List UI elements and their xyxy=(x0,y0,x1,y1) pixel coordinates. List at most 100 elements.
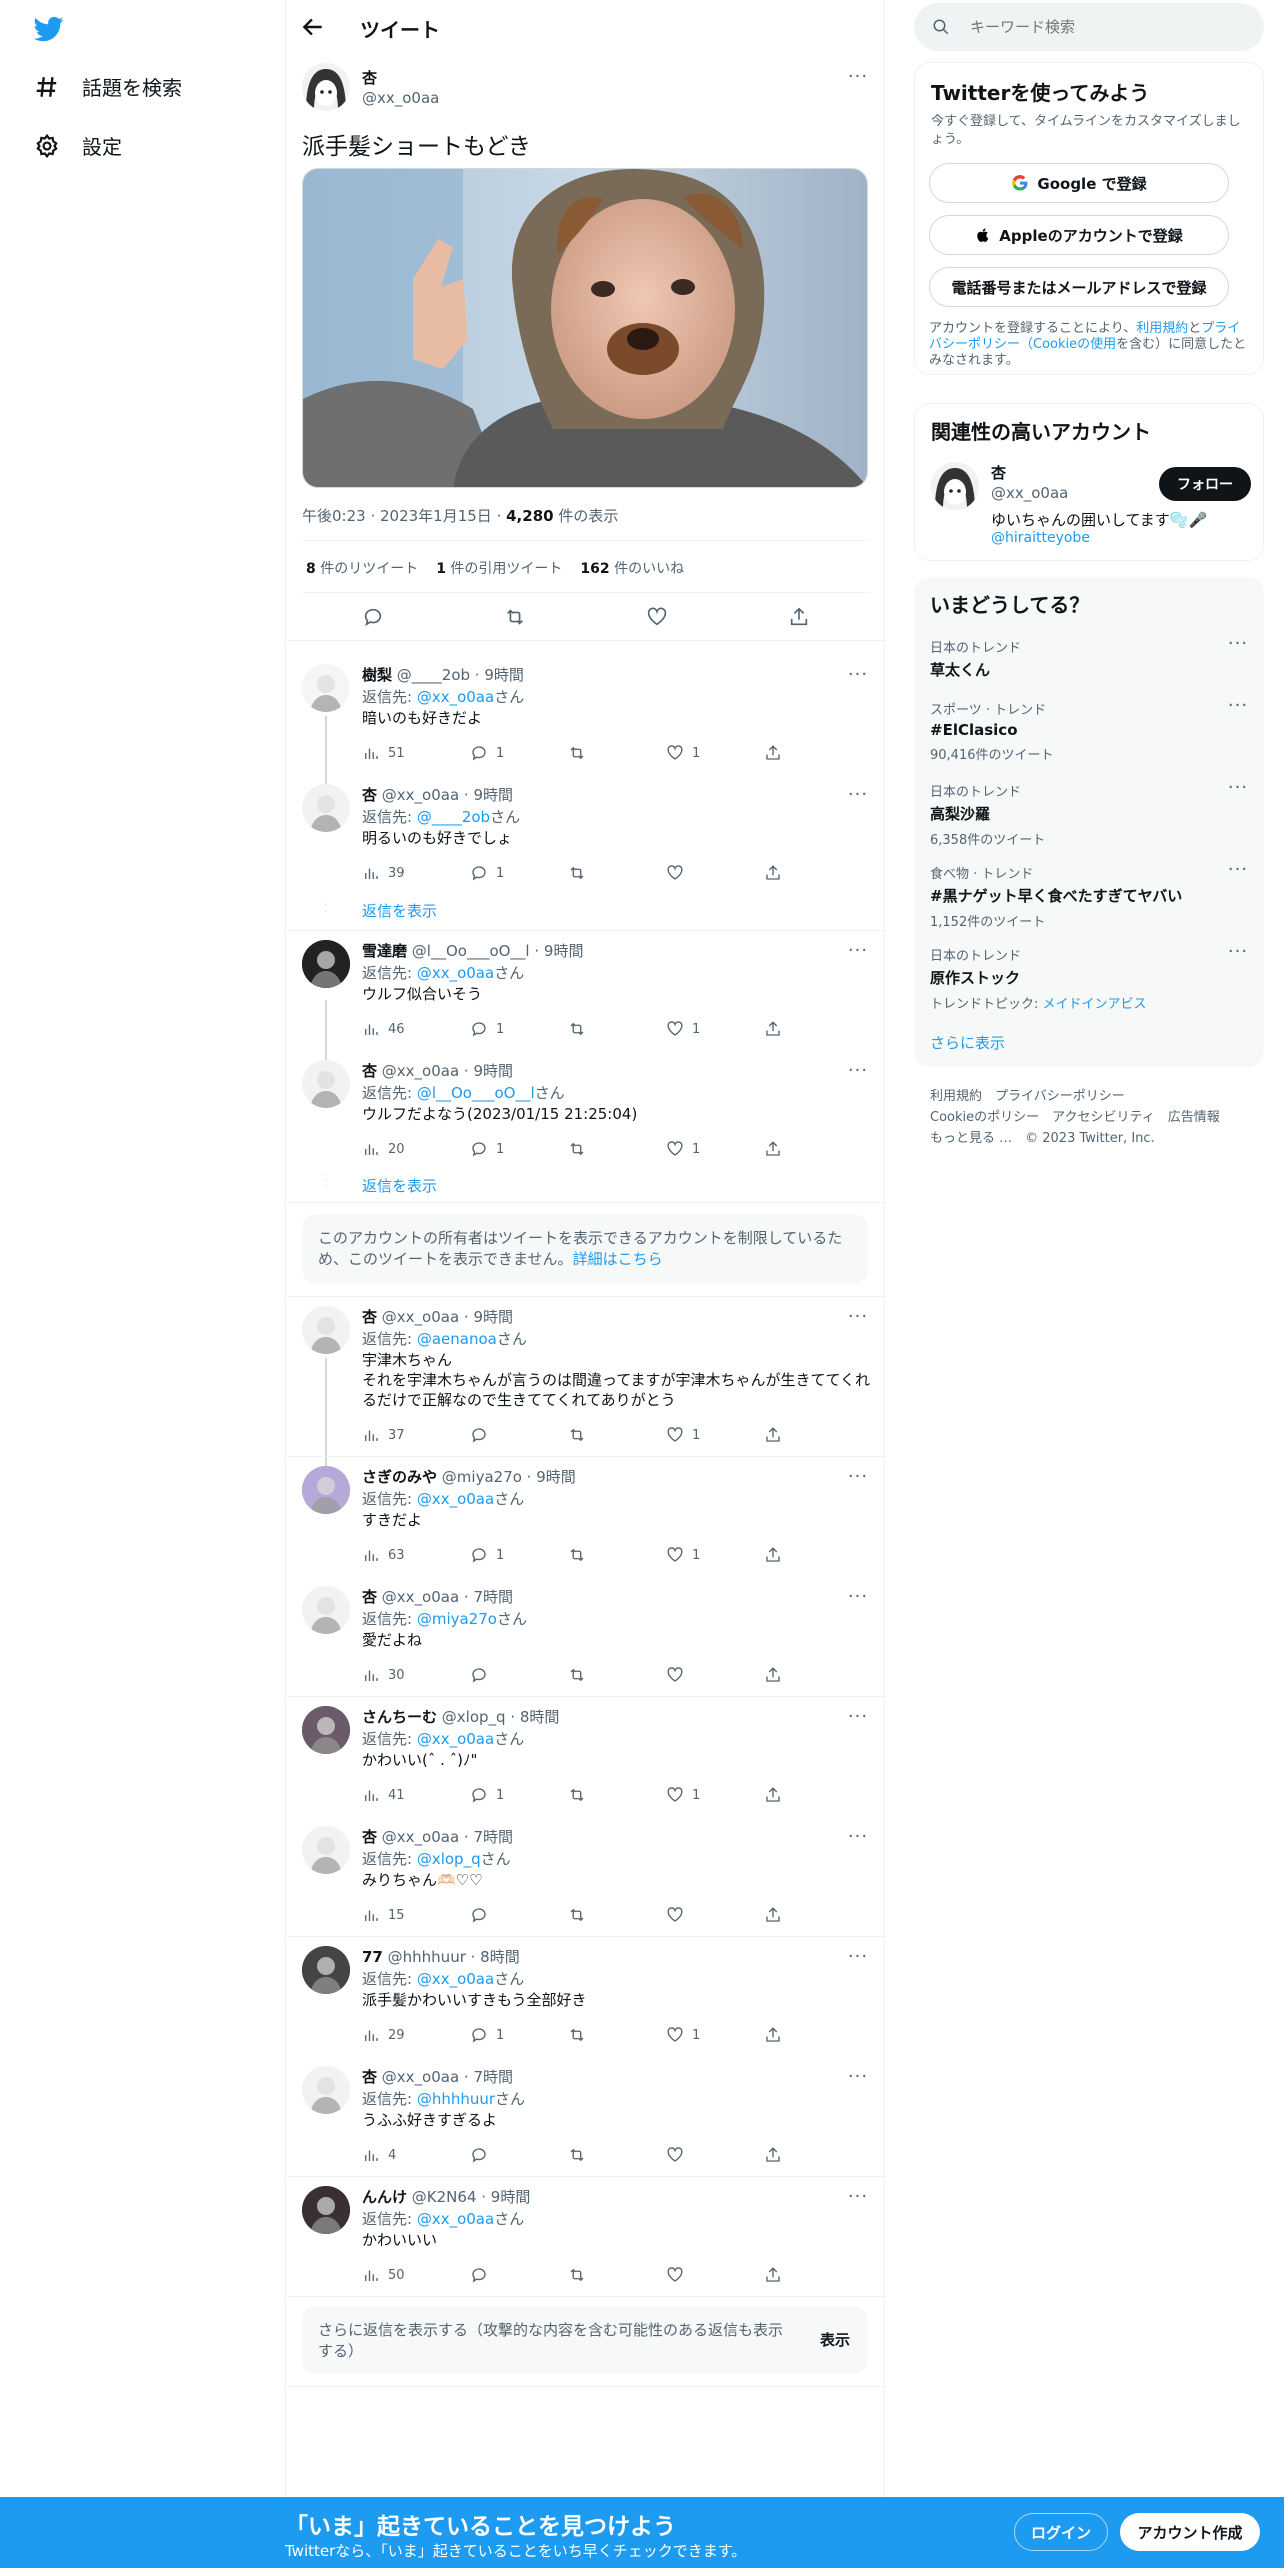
avatar[interactable] xyxy=(302,664,350,712)
search-input[interactable] xyxy=(970,16,1230,38)
retweet-action[interactable] xyxy=(568,1140,594,1158)
reply-author[interactable]: 杏 @xx_o0aa · 9時間 xyxy=(362,784,513,805)
mention-link[interactable]: @xx_o0aa xyxy=(417,964,494,982)
mention-link[interactable]: @xx_o0aa xyxy=(417,688,494,706)
avatar[interactable] xyxy=(302,1466,350,1514)
mention-link[interactable]: @xx_o0aa xyxy=(417,2210,494,2228)
signup-button[interactable]: アカウント作成 xyxy=(1120,2513,1260,2551)
views-action[interactable]: 39 xyxy=(362,864,405,882)
like-action[interactable]: 1 xyxy=(666,1426,700,1444)
retweet-action[interactable] xyxy=(568,1426,594,1444)
more-options-icon[interactable]: ··· xyxy=(846,1308,870,1330)
views-action[interactable]: 15 xyxy=(362,1906,405,1924)
share-action[interactable] xyxy=(764,744,782,762)
retweet-action[interactable] xyxy=(568,744,594,762)
more-options-icon[interactable]: ··· xyxy=(846,1948,870,1970)
more-options-icon[interactable]: ··· xyxy=(846,1468,870,1490)
footer-line[interactable]: もっと見る … © 2023 Twitter, Inc. xyxy=(930,1128,1220,1149)
like-action[interactable] xyxy=(666,864,692,882)
more-options-icon[interactable]: ··· xyxy=(846,666,870,688)
mention-link[interactable]: @xx_o0aa xyxy=(417,1490,494,1508)
like-action[interactable]: 1 xyxy=(666,1546,700,1564)
retweet-icon[interactable] xyxy=(504,606,526,628)
like-action[interactable] xyxy=(666,2266,692,2284)
views-action[interactable]: 63 xyxy=(362,1546,405,1564)
footer-line[interactable]: Cookieのポリシー アクセシビリティ 広告情報 xyxy=(930,1107,1220,1128)
more-options-icon[interactable]: ··· xyxy=(846,68,870,90)
mention-link[interactable]: @l__Oo___oO__l xyxy=(417,1084,535,1102)
avatar[interactable] xyxy=(302,784,350,832)
nav-explore[interactable]: 話題を検索 xyxy=(34,72,182,101)
reply-action[interactable] xyxy=(470,1906,496,1924)
retweet-action[interactable] xyxy=(568,1786,594,1804)
share-action[interactable] xyxy=(764,864,782,882)
back-arrow-icon[interactable] xyxy=(300,14,326,40)
bio-mention-link[interactable]: @hiraitteyobe xyxy=(991,530,1090,546)
views-action[interactable]: 4 xyxy=(362,2146,396,2164)
share-action[interactable] xyxy=(764,1020,782,1038)
avatar[interactable] xyxy=(302,1946,350,1994)
retweet-action[interactable] xyxy=(568,2026,594,2044)
reply-action[interactable]: 1 xyxy=(470,1546,504,1564)
more-options-icon[interactable]: ··· xyxy=(846,2188,870,2210)
avatar[interactable] xyxy=(302,940,350,988)
views-action[interactable]: 20 xyxy=(362,1140,405,1158)
relevant-account-handle[interactable]: @xx_o0aa xyxy=(991,484,1068,502)
reply-action[interactable]: 1 xyxy=(470,2026,504,2044)
share-action[interactable] xyxy=(764,1906,782,1924)
share-action[interactable] xyxy=(764,1426,782,1444)
avatar[interactable] xyxy=(302,1706,350,1754)
more-options-icon[interactable]: ··· xyxy=(1226,861,1250,883)
search-box[interactable] xyxy=(914,3,1264,51)
show-replies-link[interactable]: 返信を表示 xyxy=(362,900,437,921)
avatar[interactable] xyxy=(302,63,350,111)
reply-author[interactable]: んんけ @K2N64 · 9時間 xyxy=(362,2186,530,2207)
reply-author[interactable]: 杏 @xx_o0aa · 7時間 xyxy=(362,1826,513,1847)
share-action[interactable] xyxy=(764,2146,782,2164)
views-action[interactable]: 37 xyxy=(362,1426,405,1444)
share-action[interactable] xyxy=(764,1666,782,1684)
share-action[interactable] xyxy=(764,2026,782,2044)
more-options-icon[interactable]: ··· xyxy=(1226,943,1250,965)
avatar[interactable] xyxy=(302,2066,350,2114)
reply-author[interactable]: 杏 @xx_o0aa · 9時間 xyxy=(362,1306,513,1327)
more-options-icon[interactable]: ··· xyxy=(846,1708,870,1730)
reply-action[interactable]: 1 xyxy=(470,1140,504,1158)
like-action[interactable]: 1 xyxy=(666,1786,700,1804)
reply-action[interactable]: 1 xyxy=(470,1020,504,1038)
share-action[interactable] xyxy=(764,1140,782,1158)
phone-email-signup-button[interactable]: 電話番号またはメールアドレスで登録 xyxy=(929,267,1229,307)
reply-action[interactable] xyxy=(470,2146,496,2164)
share-action[interactable] xyxy=(764,1786,782,1804)
trend-item[interactable]: スポーツ · トレンド #ElClasico 90,416件のツイート ··· xyxy=(930,697,1250,764)
mention-link[interactable]: @xx_o0aa xyxy=(417,1970,494,1988)
trends-show-more-link[interactable]: さらに表示 xyxy=(930,1032,1005,1053)
reply-action[interactable]: 1 xyxy=(470,1786,504,1804)
trend-item[interactable]: 日本のトレンド 原作ストック トレンドトピック: メイドインアビス ··· xyxy=(930,943,1250,1013)
reply-action[interactable]: 1 xyxy=(470,744,504,762)
learn-more-link[interactable]: 詳細はこちら xyxy=(573,1250,663,1268)
reply-action[interactable] xyxy=(470,1426,496,1444)
reply-author[interactable]: さぎのみや @miya27o · 9時間 xyxy=(362,1466,576,1487)
avatar[interactable] xyxy=(302,2186,350,2234)
retweet-action[interactable] xyxy=(568,2146,594,2164)
tweet-time[interactable]: 午後0:23 xyxy=(302,507,366,525)
reply-author[interactable]: さんちーむ @xlop_q · 8時間 xyxy=(362,1706,559,1727)
more-options-icon[interactable]: ··· xyxy=(846,2068,870,2090)
like-action[interactable] xyxy=(666,1906,692,1924)
trend-item[interactable]: 食べ物 · トレンド #黒ナゲット早く食べたすぎてヤバい 1,152件のツイート… xyxy=(930,861,1250,931)
retweet-action[interactable] xyxy=(568,1546,594,1564)
like-action[interactable] xyxy=(666,2146,692,2164)
tweet-photo[interactable] xyxy=(302,168,868,488)
like-action[interactable]: 1 xyxy=(666,1140,700,1158)
tweet-date[interactable]: 2023年1月15日 xyxy=(380,507,492,525)
like-action[interactable] xyxy=(666,1666,692,1684)
twitter-logo-icon[interactable] xyxy=(34,14,64,44)
trend-item[interactable]: 日本のトレンド 草太くん ··· xyxy=(930,635,1250,680)
reply-action[interactable]: 1 xyxy=(470,864,504,882)
avatar[interactable] xyxy=(302,1586,350,1634)
reply-author[interactable]: 樹梨 @____2ob · 9時間 xyxy=(362,664,524,685)
tweet-author-handle[interactable]: @xx_o0aa xyxy=(362,89,439,107)
mention-link[interactable]: @miya27o xyxy=(417,1610,497,1628)
views-action[interactable]: 46 xyxy=(362,1020,405,1038)
